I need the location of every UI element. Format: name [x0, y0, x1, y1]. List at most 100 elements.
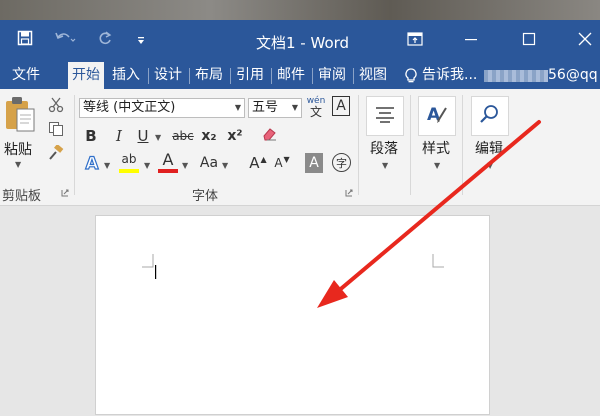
copy-icon [48, 121, 64, 141]
tab-separator [271, 68, 272, 84]
document-page[interactable] [95, 215, 490, 415]
redo-button[interactable] [92, 29, 118, 51]
italic-button[interactable]: I [110, 126, 128, 146]
paragraph-dropdown-icon[interactable]: ▼ [382, 161, 388, 170]
tab-insert[interactable]: 插入 [108, 62, 144, 89]
ribbon-display-options-button[interactable] [402, 29, 428, 51]
close-icon [578, 31, 592, 50]
group-separator [410, 95, 411, 195]
grow-font-icon: ▲ [260, 154, 267, 164]
magnifier-icon [479, 103, 501, 129]
font-color-dropdown-icon[interactable]: ▼ [182, 161, 188, 170]
tab-design[interactable]: 设计 [150, 62, 186, 89]
phonetic-guide-button[interactable]: wén 文 [306, 96, 326, 120]
tab-file[interactable]: 文件 [4, 62, 48, 89]
scissors-icon [48, 97, 64, 117]
minimize-icon [464, 31, 478, 50]
ribbon-home: 粘贴 ▼ 剪贴板 等线 (中文正文) ▼ 五号 ▼ wén 文 A B I U … [0, 89, 600, 206]
paragraph-label: 段落 [370, 141, 398, 157]
tab-review[interactable]: 审阅 [314, 62, 350, 89]
clipboard-dialog-launcher-icon[interactable] [60, 188, 69, 197]
customize-quick-access-button[interactable] [132, 29, 150, 51]
desktop-background [0, 0, 600, 20]
eraser-icon [260, 126, 278, 146]
styles-label: 样式 [422, 141, 450, 157]
maximize-icon [522, 31, 536, 50]
undo-button[interactable] [50, 29, 80, 51]
font-size-dropdown-icon: ▼ [291, 103, 298, 112]
styles-button[interactable]: A [418, 96, 456, 136]
font-color-button[interactable]: A [157, 150, 179, 169]
change-case-dropdown-icon[interactable]: ▼ [222, 161, 228, 170]
tab-view[interactable]: 视图 [355, 62, 391, 89]
format-painter-icon [48, 143, 64, 165]
minimize-button[interactable] [458, 29, 484, 51]
enclose-characters-button[interactable]: 字 [332, 153, 351, 172]
text-highlight-button[interactable]: ab [118, 151, 140, 167]
clear-formatting-button[interactable] [258, 126, 280, 146]
shrink-font-button[interactable]: A ▼ [272, 153, 292, 173]
character-shading-button[interactable]: A [305, 153, 323, 173]
subscript-button[interactable]: x₂ [199, 126, 219, 146]
grow-font-button[interactable]: A ▲ [248, 153, 268, 173]
save-button[interactable] [12, 29, 38, 51]
account-email[interactable]: 56@qq [548, 62, 600, 89]
window-title: 文档1 - Word [256, 34, 350, 52]
document-canvas[interactable] [0, 206, 600, 415]
text-effects-button[interactable]: A [82, 153, 102, 175]
highlight-color-swatch [119, 169, 139, 173]
shrink-font-icon: ▼ [283, 154, 290, 164]
group-separator [358, 95, 359, 195]
undo-icon [54, 30, 76, 50]
ribbon-tab-bar: 文件 开始 插入 设计 布局 引用 邮件 审阅 视图 告诉我... 56@qq [0, 62, 600, 89]
underline-button[interactable]: U [134, 126, 152, 146]
editing-dropdown-icon[interactable]: ▼ [487, 161, 493, 170]
paste-dropdown-icon[interactable]: ▼ [15, 160, 21, 169]
customize-dropdown-icon [136, 31, 146, 50]
styles-icon: A [425, 102, 449, 130]
format-painter-button[interactable] [46, 143, 66, 165]
tab-separator [312, 68, 313, 84]
superscript-button[interactable]: x² [225, 126, 245, 146]
title-bar: 文档1 - Word [0, 20, 600, 62]
font-size-value: 五号 [252, 100, 279, 115]
tell-me-search[interactable]: 告诉我... [422, 62, 482, 89]
font-size-combo[interactable]: 五号 ▼ [248, 98, 302, 118]
font-group-label: 字体 [192, 189, 219, 204]
grow-font-letter: A [249, 154, 260, 172]
highlight-dropdown-icon[interactable]: ▼ [144, 161, 150, 170]
cut-button[interactable] [46, 97, 66, 117]
tab-layout[interactable]: 布局 [191, 62, 227, 89]
shrink-font-letter: A [274, 156, 283, 170]
paragraph-align-icon [374, 105, 396, 127]
bold-button[interactable]: B [82, 126, 100, 146]
editing-label: 编辑 [475, 141, 503, 157]
font-name-combo[interactable]: 等线 (中文正文) ▼ [79, 98, 245, 118]
strikethrough-button[interactable]: abc [170, 126, 196, 146]
editing-button[interactable] [471, 96, 509, 136]
clipboard-group-label: 剪贴板 [2, 189, 42, 204]
tab-references[interactable]: 引用 [232, 62, 268, 89]
tab-separator [230, 68, 231, 84]
svg-text:A: A [427, 105, 441, 125]
underline-dropdown-icon[interactable]: ▼ [155, 133, 161, 142]
paste-icon [3, 95, 37, 137]
tab-mailings[interactable]: 邮件 [273, 62, 309, 89]
change-case-button[interactable]: Aa [197, 153, 221, 173]
text-effects-dropdown-icon[interactable]: ▼ [104, 161, 110, 170]
font-dialog-launcher-icon[interactable] [344, 188, 353, 197]
tab-separator [353, 68, 354, 84]
phonetic-guide-char: 文 [309, 105, 322, 119]
tab-separator [148, 68, 149, 84]
paste-button[interactable] [2, 97, 38, 135]
paragraph-button[interactable] [366, 96, 404, 136]
close-button[interactable] [572, 29, 598, 51]
copy-button[interactable] [46, 121, 66, 141]
font-name-value: 等线 (中文正文) [83, 100, 176, 115]
paste-label: 粘贴 [4, 142, 32, 158]
tab-home[interactable]: 开始 [68, 62, 104, 89]
redacted-account-name [484, 70, 548, 82]
maximize-button[interactable] [516, 29, 542, 51]
styles-dropdown-icon[interactable]: ▼ [434, 161, 440, 170]
character-border-button[interactable]: A [332, 96, 350, 116]
